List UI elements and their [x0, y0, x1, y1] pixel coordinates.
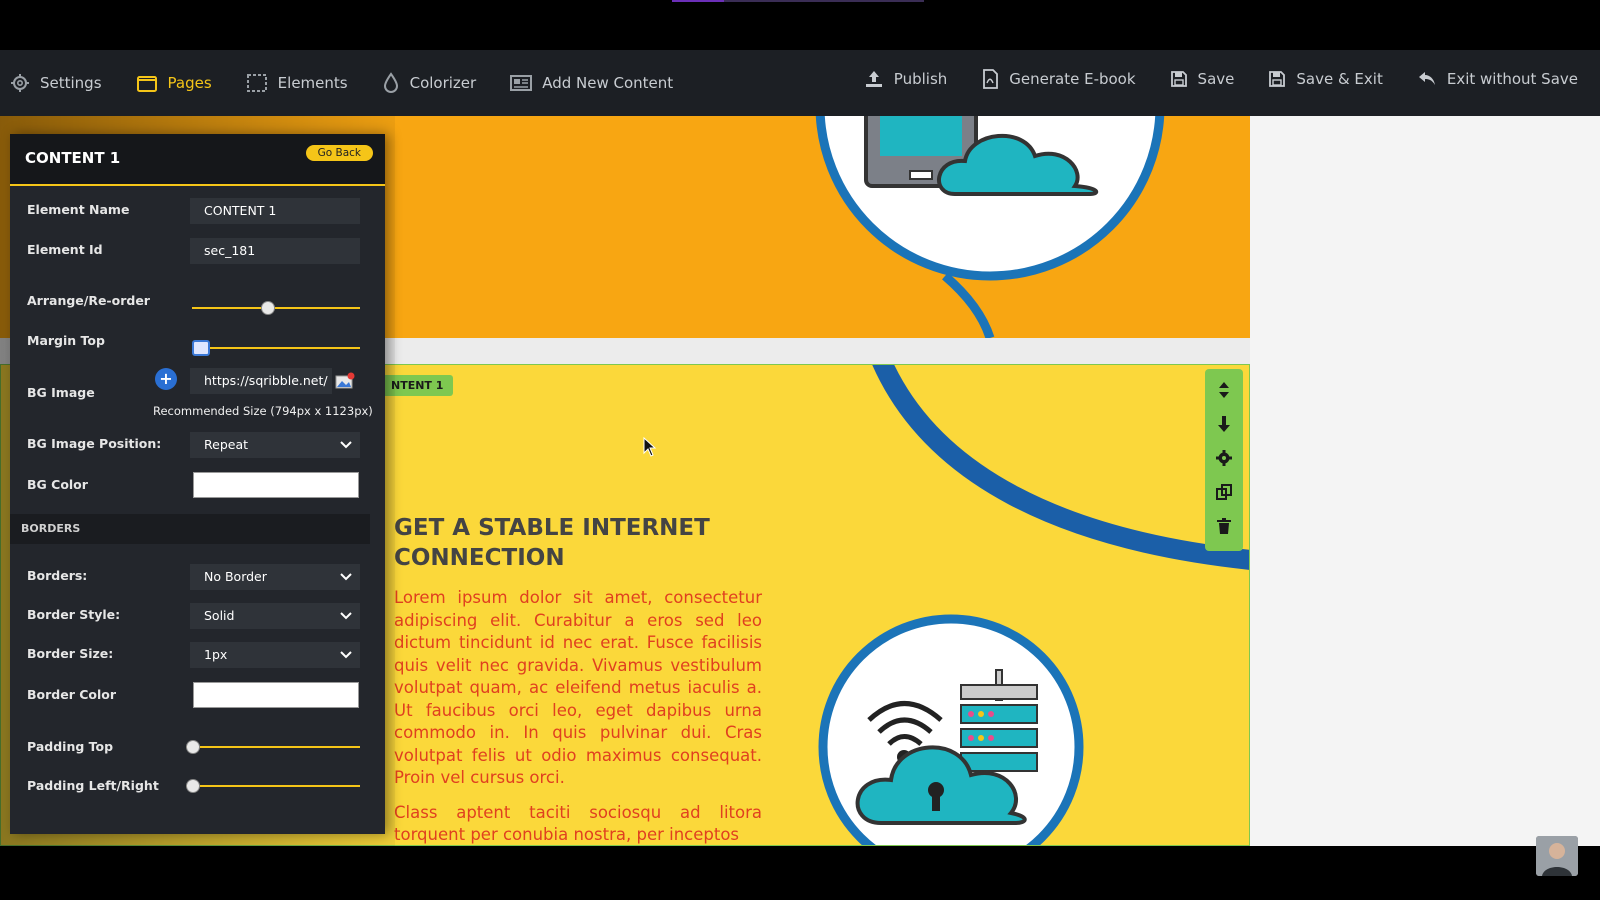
- margin-top-slider-knob[interactable]: [192, 340, 210, 356]
- duplicate-icon[interactable]: [1215, 483, 1233, 505]
- add-new-content-label: Add New Content: [542, 74, 674, 92]
- bg-position-select[interactable]: Repeat: [190, 432, 360, 458]
- recommended-size-note: Recommended Size (794px x 1123px): [153, 404, 373, 418]
- borders-section-header: BORDERS: [10, 514, 370, 544]
- chevron-down-icon: [340, 642, 352, 668]
- pages-label: Pages: [167, 74, 212, 92]
- save-and-exit-label: Save & Exit: [1296, 70, 1383, 88]
- element-name-label: Element Name: [27, 202, 130, 217]
- save-icon: [1268, 70, 1286, 88]
- arrange-row: Arrange/Re-order: [27, 293, 372, 308]
- generate-ebook-label: Generate E-book: [1009, 70, 1136, 88]
- borders-label: Borders:: [27, 568, 88, 583]
- borders-value: No Border: [204, 569, 267, 584]
- publish-button[interactable]: Publish: [864, 69, 947, 89]
- section-headline[interactable]: GET A STABLE INTERNET CONNECTION: [394, 513, 794, 573]
- toolbar-right-group: Publish Generate E-book Save Save & Exit…: [864, 50, 1578, 108]
- settings-menu[interactable]: Settings: [10, 73, 102, 93]
- padding-lr-slider-knob[interactable]: [186, 779, 200, 793]
- border-size-label: Border Size:: [27, 646, 114, 661]
- padding-lr-slider[interactable]: [186, 779, 360, 793]
- settings-label: Settings: [40, 74, 102, 92]
- element-name-input[interactable]: CONTENT 1: [190, 198, 360, 224]
- undo-icon: [1417, 70, 1437, 88]
- toolbar-left-group: Settings Pages Elements Colorizer Add Ne…: [10, 50, 673, 116]
- save-label: Save: [1197, 70, 1235, 88]
- padding-top-slider-knob[interactable]: [186, 740, 200, 754]
- pages-menu[interactable]: Pages: [136, 73, 212, 93]
- body-paragraph-1: Lorem ipsum dolor sit amet, consectetur …: [394, 588, 762, 787]
- go-back-button[interactable]: Go Back: [305, 145, 373, 161]
- add-new-content-menu[interactable]: Add New Content: [510, 74, 673, 92]
- content-settings-panel: CONTENT 1 Go Back Element Name CONTENT 1…: [10, 134, 385, 834]
- bg-position-value: Repeat: [204, 437, 249, 452]
- padding-top-slider[interactable]: [186, 740, 360, 754]
- move-down-icon[interactable]: [1216, 415, 1232, 437]
- add-image-button[interactable]: +: [155, 368, 177, 390]
- folder-icon: [136, 73, 158, 93]
- section-body[interactable]: Lorem ipsum dolor sit amet, consectetur …: [394, 587, 762, 845]
- generate-ebook-button[interactable]: Generate E-book: [981, 69, 1136, 89]
- border-style-value: Solid: [204, 608, 235, 623]
- save-icon: [1170, 70, 1188, 88]
- bg-position-label: BG Image Position:: [27, 436, 162, 451]
- panel-title: CONTENT 1: [25, 149, 121, 167]
- content-label-badge: NTENT 1: [381, 375, 454, 396]
- exit-without-save-label: Exit without Save: [1446, 70, 1578, 88]
- upload-icon: [864, 69, 884, 89]
- trash-icon[interactable]: [1216, 517, 1232, 539]
- bg-color-swatch[interactable]: [193, 472, 359, 498]
- publish-label: Publish: [893, 70, 948, 88]
- borders-select[interactable]: No Border: [190, 564, 360, 590]
- colorizer-menu[interactable]: Colorizer: [382, 72, 477, 94]
- save-button[interactable]: Save: [1170, 70, 1235, 88]
- drop-icon: [382, 72, 400, 94]
- border-size-value: 1px: [204, 647, 228, 662]
- section-tools: [1205, 369, 1243, 551]
- mouse-cursor: [643, 436, 657, 461]
- save-and-exit-button[interactable]: Save & Exit: [1268, 70, 1383, 88]
- chevron-down-icon: [340, 603, 352, 629]
- body-paragraph-2: Class aptent taciti sociosqu ad litora t…: [394, 802, 762, 845]
- top-toolbar: Settings Pages Elements Colorizer Add Ne…: [0, 50, 1600, 116]
- arrange-slider-knob[interactable]: [261, 301, 276, 315]
- gear-icon: [10, 73, 30, 93]
- pdf-icon: [981, 69, 999, 89]
- element-id-label: Element Id: [27, 242, 103, 257]
- arrange-label: Arrange/Re-order: [27, 293, 150, 308]
- panel-header: CONTENT 1 Go Back: [10, 134, 385, 186]
- colorizer-label: Colorizer: [409, 74, 477, 92]
- selection-icon: [246, 73, 268, 93]
- chevron-down-icon: [340, 432, 352, 458]
- avatar: [1536, 836, 1578, 876]
- bg-color-label: BG Color: [27, 477, 88, 492]
- margin-top-label: Margin Top: [27, 333, 105, 348]
- chevron-down-icon: [340, 564, 352, 590]
- border-color-swatch[interactable]: [193, 682, 359, 708]
- padding-lr-label: Padding Left/Right: [27, 778, 159, 793]
- canvas-right-margin: [1250, 116, 1600, 846]
- border-color-label: Border Color: [27, 687, 117, 702]
- border-style-select[interactable]: Solid: [190, 603, 360, 629]
- elements-label: Elements: [277, 74, 348, 92]
- border-size-select[interactable]: 1px: [190, 642, 360, 668]
- add-content-icon: [510, 74, 533, 92]
- image-picker-icon[interactable]: [335, 372, 355, 393]
- padding-top-label: Padding Top: [27, 739, 114, 754]
- margin-top-slider[interactable]: [192, 340, 360, 356]
- exit-without-save-button[interactable]: Exit without Save: [1417, 70, 1578, 88]
- gear-icon[interactable]: [1215, 449, 1233, 471]
- move-updown-icon[interactable]: [1217, 381, 1231, 403]
- top-progress-bar: [672, 0, 724, 2]
- elements-menu[interactable]: Elements: [246, 73, 348, 93]
- bg-image-url-input[interactable]: https://sqribble.net/: [190, 368, 332, 394]
- element-id-input[interactable]: sec_181: [190, 238, 360, 264]
- top-progress-track: [724, 0, 924, 2]
- border-style-label: Border Style:: [27, 607, 121, 622]
- arrange-slider[interactable]: [192, 301, 360, 315]
